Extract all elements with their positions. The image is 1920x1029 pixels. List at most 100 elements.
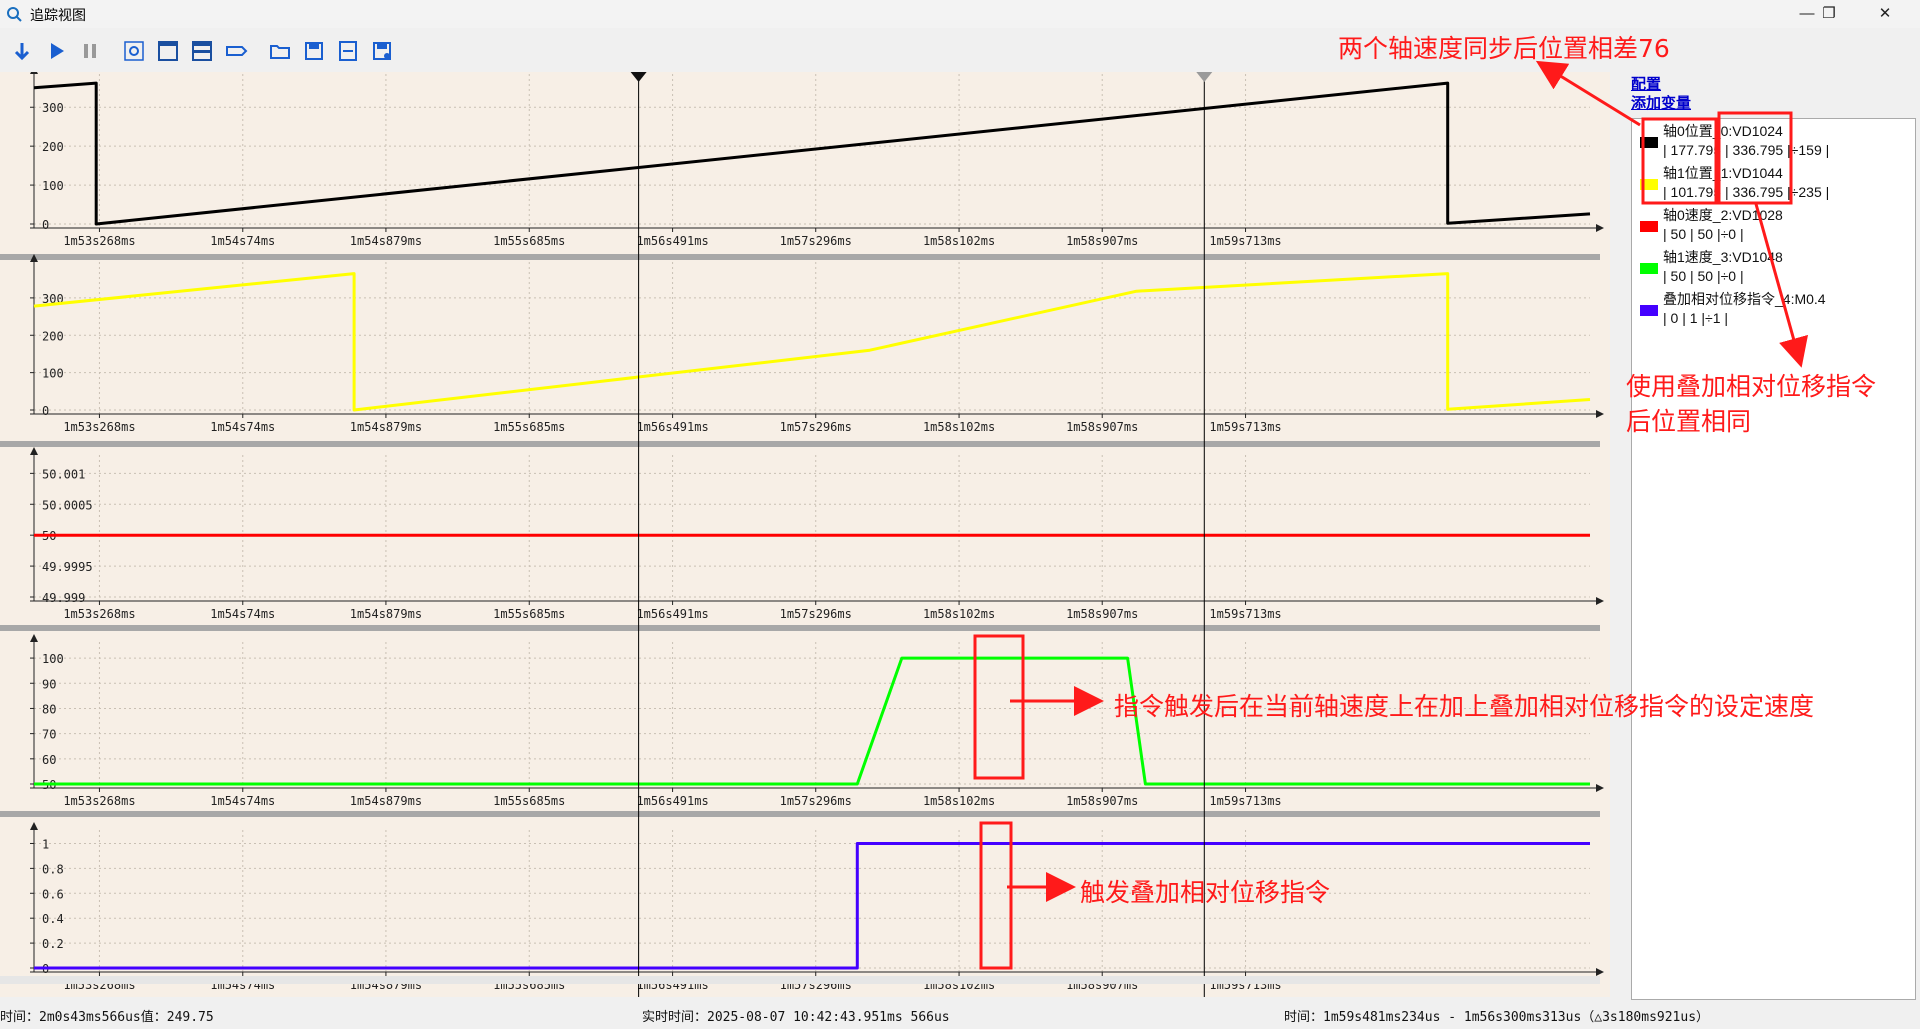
y-tick-label: 200 <box>42 140 64 154</box>
x-tick-label: 1m53s268ms <box>63 234 135 248</box>
legend-item-axis1-speed[interactable]: 轴1速度_3:VD1048 | 50 | 50 |÷0 | <box>1632 247 1915 289</box>
settings-icon[interactable] <box>122 39 146 63</box>
x-tick-label: 1m56s491ms <box>636 234 708 248</box>
x-tick-label: 1m59s713ms <box>1209 420 1281 434</box>
y-tick-label: 0.8 <box>42 862 64 876</box>
y-tick-label: 100 <box>42 652 64 666</box>
x-tick-label: 1m56s491ms <box>636 607 708 621</box>
y-tick-label: 0.4 <box>42 912 64 926</box>
legend-variable-values: | 50 | 50 |÷0 | <box>1663 268 1744 284</box>
title-bar: 追踪视图 — ❐ ✕ <box>0 0 1920 28</box>
config-link[interactable]: 配置 <box>1631 73 1661 94</box>
legend-item-overlay-command[interactable]: 叠加相对位移指令_4:M0.4 | 0 | 1 |÷1 | <box>1632 289 1915 331</box>
legend-variable-name: 轴0速度_2:VD1028 <box>1663 207 1783 223</box>
panel-separator <box>0 254 1600 260</box>
arrow-down-icon[interactable] <box>10 39 34 63</box>
trace-plot-area[interactable]: 0 100 200 300 1m53s268ms 1m54s74ms 1m54s879ms 1… <box>0 66 1610 997</box>
x-tick-label: 1m53s268ms <box>63 420 135 434</box>
x-tick-label: 1m58s907ms <box>1066 420 1138 434</box>
x-tick-label: 1m58s907ms <box>1066 794 1138 808</box>
y-axis-arrow <box>30 66 38 74</box>
x-tick-label: 1m54s74ms <box>210 607 275 621</box>
restore-button[interactable]: ❐ <box>1806 0 1852 28</box>
annotation-same-position-line2: 后位置相同 <box>1626 407 1752 436</box>
x-tick-label: 1m56s491ms <box>636 794 708 808</box>
x-tick-label: 1m57s296ms <box>780 234 852 248</box>
trace-charts: 0 100 200 300 1m53s268ms 1m54s74ms 1m54s879ms 1… <box>0 66 1604 997</box>
x-axis-arrow <box>1596 784 1604 792</box>
y-tick-label: 0 <box>42 218 49 232</box>
y-axis-arrow <box>30 447 38 455</box>
y-tick-label: 70 <box>42 728 56 742</box>
x-tick-label: 1m54s74ms <box>210 420 275 434</box>
time-cursor-marker <box>630 72 647 82</box>
save-icon[interactable] <box>302 39 326 63</box>
legend-item-axis0-position[interactable]: 轴0位置_0:VD1024 | 177.795 | 336.795 |÷159 … <box>1632 121 1915 163</box>
variable-sidebar: 配置 添加变量 轴0位置_0:VD1024 | 177.795 | 336.79… <box>1610 72 1920 1002</box>
series-line <box>33 81 1591 226</box>
y-tick-label: 300 <box>42 101 64 115</box>
legend-item-axis0-speed[interactable]: 轴0速度_2:VD1028 | 50 | 50 |÷0 | <box>1632 205 1915 247</box>
x-axis-arrow <box>1596 410 1604 418</box>
pause-icon[interactable] <box>78 39 102 63</box>
y-tick-label: 49.999 <box>42 591 85 605</box>
add-variable-link[interactable]: 添加变量 <box>1631 92 1691 113</box>
legend-variable-values: | 177.795 | 336.795 |÷159 | <box>1663 142 1830 158</box>
y-tick-label: 100 <box>42 179 64 193</box>
legend-variable-name: 轴1速度_3:VD1048 <box>1663 249 1783 265</box>
y-tick-label: 0 <box>42 404 49 418</box>
tag-icon[interactable] <box>224 39 248 63</box>
x-tick-label: 1m58s102ms <box>923 234 995 248</box>
y-tick-label: 100 <box>42 367 64 381</box>
x-tick-label: 1m55s685ms <box>493 607 565 621</box>
x-tick-label: 1m54s879ms <box>350 234 422 248</box>
x-tick-label: 1m58s102ms <box>923 420 995 434</box>
x-tick-label: 1m58s907ms <box>1066 234 1138 248</box>
split-window-icon[interactable] <box>190 39 214 63</box>
x-tick-label: 1m57s296ms <box>780 794 852 808</box>
legend-variable-name: 轴0位置_0:VD1024 <box>1663 123 1783 139</box>
legend-item-axis1-position[interactable]: 轴1位置_1:VD1044 | 101.795 | 336.795 |÷235 … <box>1632 163 1915 205</box>
color-swatch <box>1640 137 1658 148</box>
color-swatch <box>1640 179 1658 190</box>
window-title: 追踪视图 <box>30 7 86 23</box>
x-axis-arrow <box>1596 224 1604 232</box>
save-as-icon[interactable] <box>370 39 394 63</box>
annotation-speed-explanation: 指令触发后在当前轴速度上在加上叠加相对位移指令的设定速度 <box>1114 692 1815 721</box>
legend-variable-name: 叠加相对位移指令_4:M0.4 <box>1663 291 1826 307</box>
window-icon[interactable] <box>156 39 180 63</box>
y-tick-label: 50.0005 <box>42 498 93 512</box>
panel-separator <box>0 811 1600 817</box>
x-tick-label: 1m59s713ms <box>1209 794 1281 808</box>
cursor-time-value: 时间：2m0s43ms566us值：249.75 <box>0 1010 214 1025</box>
color-swatch <box>1640 305 1658 316</box>
legend-variable-values: | 0 | 1 |÷1 | <box>1663 310 1729 326</box>
folder-open-icon[interactable] <box>268 39 292 63</box>
x-tick-label: 1m55s685ms <box>493 234 565 248</box>
y-tick-label: 200 <box>42 329 64 343</box>
y-tick-label: 49.9995 <box>42 560 93 574</box>
trace-view-app-icon <box>7 7 22 22</box>
annotation-same-position-line1: 使用叠加相对位移指令 <box>1626 372 1877 401</box>
x-tick-label: 1m55s685ms <box>493 794 565 808</box>
panel-separator <box>0 625 1600 631</box>
variable-legend: 轴0位置_0:VD1024 | 177.795 | 336.795 |÷159 … <box>1631 118 1916 1000</box>
annotation-trigger: 触发叠加相对位移指令 <box>1080 878 1331 907</box>
y-tick-label: 0.6 <box>42 887 64 901</box>
cursor-range-time: 时间：1m59s481ms234us - 1m56s300ms313us（△3s… <box>1284 1010 1710 1025</box>
play-icon[interactable] <box>44 39 68 63</box>
y-tick-label: 60 <box>42 753 56 767</box>
x-tick-label: 1m54s879ms <box>350 607 422 621</box>
y-tick-label: 50.001 <box>42 467 85 481</box>
close-button[interactable]: ✕ <box>1862 0 1908 28</box>
x-tick-label: 1m58s907ms <box>1066 607 1138 621</box>
csv-icon[interactable] <box>336 39 360 63</box>
x-tick-label: 1m54s879ms <box>350 420 422 434</box>
x-tick-label: 1m54s879ms <box>350 794 422 808</box>
x-tick-label: 1m58s102ms <box>923 794 995 808</box>
color-swatch <box>1640 263 1658 274</box>
x-axis-arrow <box>1596 968 1604 976</box>
status-bar: 时间：2m0s43ms566us值：249.75 实时时间：2025-08-07… <box>0 1000 1920 1029</box>
legend-variable-values: | 50 | 50 |÷0 | <box>1663 226 1744 242</box>
x-tick-label: 1m59s713ms <box>1209 234 1281 248</box>
